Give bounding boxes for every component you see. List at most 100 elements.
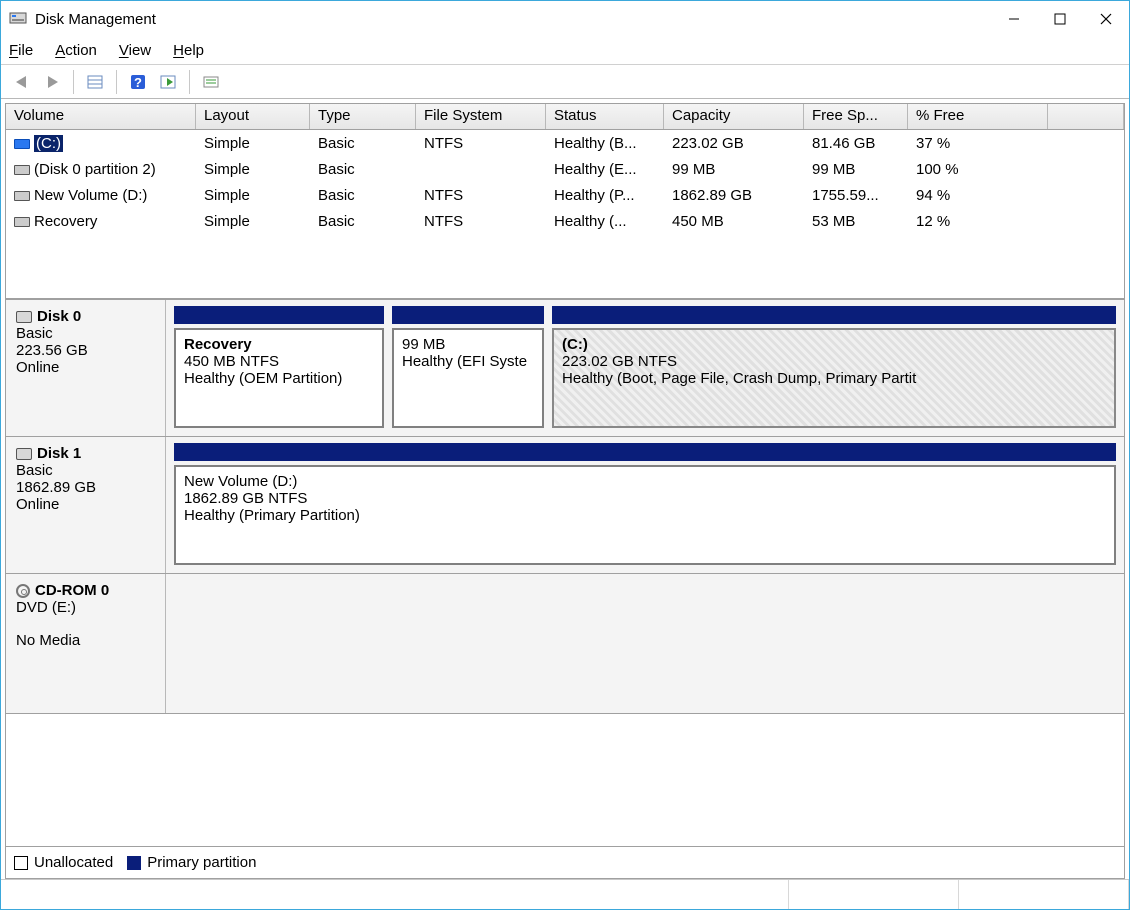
status-cell-3 [959,880,1129,909]
cell: NTFS [416,213,546,230]
properties-icon[interactable] [80,68,110,96]
disk-icon [16,311,32,323]
cdrom-body [166,574,1124,713]
cell: New Volume (D:) [6,187,196,204]
maximize-button[interactable] [1037,4,1083,34]
cell: (Disk 0 partition 2) [6,161,196,178]
cd-icon [16,584,30,598]
list-icon[interactable] [196,68,226,96]
back-button[interactable] [7,68,37,96]
minimize-button[interactable] [991,4,1037,34]
cell: 53 MB [804,213,908,230]
legend: Unallocated Primary partition [6,846,1124,878]
toolbar: ? [1,65,1129,99]
cell: 100 % [908,161,1048,178]
menu-view[interactable]: View [119,42,151,59]
cell: Healthy (P... [546,187,664,204]
disk0-size: 223.56 GB [16,342,155,359]
col-pctfree[interactable]: % Free [908,104,1048,129]
cell: Basic [310,187,416,204]
disk1-body: New Volume (D:) 1862.89 GB NTFS Healthy … [166,437,1124,573]
cell: 81.46 GB [804,135,908,152]
table-row[interactable]: RecoverySimpleBasicNTFSHealthy (...450 M… [6,208,1124,234]
cell: Healthy (B... [546,135,664,152]
disk1-state: Online [16,496,155,513]
cell: 450 MB [664,213,804,230]
status-cell-1 [1,880,789,909]
disk1-info: Disk 1 Basic 1862.89 GB Online [6,437,166,573]
close-button[interactable] [1083,4,1129,34]
cell: Simple [196,135,310,152]
cell: Healthy (E... [546,161,664,178]
col-free[interactable]: Free Sp... [804,104,908,129]
disk-row-1[interactable]: Disk 1 Basic 1862.89 GB Online New Volum… [6,437,1124,574]
cell: 37 % [908,135,1048,152]
col-spacer [1048,104,1124,129]
cell: Simple [196,161,310,178]
disk1-name: Disk 1 [37,445,81,462]
help-icon[interactable]: ? [123,68,153,96]
partition-recovery[interactable]: Recovery 450 MB NTFS Healthy (OEM Partit… [174,328,384,428]
partition-c[interactable]: (C:) 223.02 GB NTFS Healthy (Boot, Page … [552,328,1116,428]
disk-icon [16,448,32,460]
disk0-state: Online [16,359,155,376]
col-volume[interactable]: Volume [6,104,196,129]
table-row[interactable]: New Volume (D:)SimpleBasicNTFSHealthy (P… [6,182,1124,208]
partition-cap [392,306,544,324]
disk-row-0[interactable]: Disk 0 Basic 223.56 GB Online Recovery 4… [6,300,1124,437]
cell: NTFS [416,187,546,204]
cell: 1862.89 GB [664,187,804,204]
table-row[interactable]: (C:)SimpleBasicNTFSHealthy (B...223.02 G… [6,130,1124,156]
disk1-size: 1862.89 GB [16,479,155,496]
partition-cap [174,443,1116,461]
forward-button[interactable] [37,68,67,96]
cell: Basic [310,161,416,178]
legend-primary: Primary partition [127,854,256,871]
menubar: File Action View Help [1,37,1129,65]
col-filesystem[interactable]: File System [416,104,546,129]
disk-map: Disk 0 Basic 223.56 GB Online Recovery 4… [6,300,1124,846]
volume-table-body: (C:)SimpleBasicNTFSHealthy (B...223.02 G… [6,130,1124,300]
titlebar: Disk Management [1,1,1129,37]
refresh-icon[interactable] [153,68,183,96]
partition-efi[interactable]: 99 MB Healthy (EFI Syste [392,328,544,428]
cell: 94 % [908,187,1048,204]
menu-help[interactable]: Help [173,42,204,59]
cell: 99 MB [804,161,908,178]
menu-action[interactable]: Action [55,42,97,59]
cell: NTFS [416,135,546,152]
cell: 12 % [908,213,1048,230]
cell: Simple [196,213,310,230]
cdrom-media: No Media [16,632,155,649]
app-icon [9,10,27,28]
table-row[interactable]: (Disk 0 partition 2)SimpleBasic Healthy (… [6,156,1124,182]
col-layout[interactable]: Layout [196,104,310,129]
legend-unallocated: Unallocated [14,854,113,871]
cell: Recovery [6,213,196,230]
cdrom-info: CD-ROM 0 DVD (E:) No Media [6,574,166,713]
partition-cap [174,306,384,324]
window-title: Disk Management [35,11,156,28]
cell: Basic [310,135,416,152]
cell: Healthy (... [546,213,664,230]
status-cell-2 [789,880,959,909]
cell: 99 MB [664,161,804,178]
menu-file[interactable]: File [9,42,33,59]
col-type[interactable]: Type [310,104,416,129]
col-capacity[interactable]: Capacity [664,104,804,129]
cell: Basic [310,213,416,230]
cell: Simple [196,187,310,204]
partition-d[interactable]: New Volume (D:) 1862.89 GB NTFS Healthy … [174,465,1116,565]
disk0-type: Basic [16,325,155,342]
col-status[interactable]: Status [546,104,664,129]
cell: 223.02 GB [664,135,804,152]
disk1-type: Basic [16,462,155,479]
cdrom-drive: DVD (E:) [16,599,155,616]
svg-text:?: ? [134,75,142,90]
disk0-name: Disk 0 [37,308,81,325]
cdrom-row[interactable]: CD-ROM 0 DVD (E:) No Media [6,574,1124,714]
disk0-info: Disk 0 Basic 223.56 GB Online [6,300,166,436]
content-frame: Volume Layout Type File System Status Ca… [5,103,1125,879]
disk0-body: Recovery 450 MB NTFS Healthy (OEM Partit… [166,300,1124,436]
cell: 1755.59... [804,187,908,204]
